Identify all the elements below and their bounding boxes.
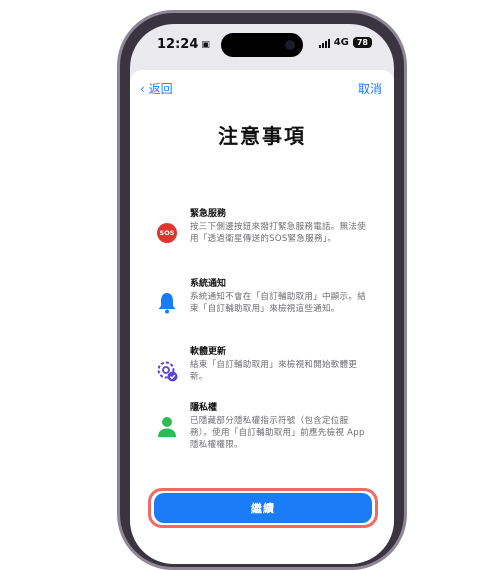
notice-body: 按三下側邊按鈕來撥打緊急服務電話。無法使用「透過衛星傳送的SOS緊急服務」。	[190, 222, 367, 244]
notice-system-notifications: 系統通知 系統通知不會在「自訂輔助取用」中顯示。結束「自訂輔助取用」來檢視這些通…	[154, 276, 370, 316]
continue-button[interactable]: 繼續	[154, 493, 372, 523]
dynamic-island	[221, 33, 303, 57]
signal-icon	[318, 38, 330, 48]
software-update-gear-icon	[154, 358, 180, 384]
notice-title: 軟體更新	[190, 347, 227, 357]
bell-icon	[154, 290, 180, 316]
chevron-left-icon: ‹	[140, 82, 149, 96]
notice-title: 系統通知	[190, 279, 227, 289]
page-title: 注意事項	[218, 124, 306, 148]
person-icon	[154, 414, 180, 440]
status-time: 12:24 ▣	[157, 37, 210, 52]
notice-body: 已隱藏部分隱私權指示符號（包含定位服務）。使用「自訂輔助取用」前應先檢視 App…	[190, 416, 365, 450]
notice-body: 系統通知不會在「自訂輔助取用」中顯示。結束「自訂輔助取用」來檢視這些通知。	[190, 292, 367, 314]
network-label: 4G	[333, 37, 349, 48]
back-label: 返回	[148, 82, 173, 96]
phone-screen: 12:24 ▣ 4G 78 ‹ 返回 取消 注意事項 SOS 緊急服務 按三下側邊…	[130, 24, 394, 564]
notice-title: 緊急服務	[190, 209, 227, 219]
sos-badge: SOS	[157, 223, 177, 243]
notice-emergency-sos: SOS 緊急服務 按三下側邊按鈕來撥打緊急服務電話。無法使用「透過衛星傳送的SO…	[154, 206, 370, 246]
notice-title: 隱私權	[190, 403, 218, 413]
battery-icon: 78	[352, 37, 372, 48]
notice-software-update: 軟體更新 結束「自訂輔助取用」來檢視和開始軟體更新。	[154, 344, 370, 384]
cancel-button[interactable]: 取消	[358, 80, 382, 97]
notice-privacy: 隱私權 已隱藏部分隱私權指示符號（包含定位服務）。使用「自訂輔助取用」前應先檢視…	[154, 400, 370, 451]
camera-icon	[285, 40, 295, 50]
notice-body: 結束「自訂輔助取用」來檢視和開始軟體更新。	[190, 360, 358, 382]
status-indicators: 4G 78	[318, 37, 372, 48]
lock-icon: ▣	[201, 40, 210, 50]
sos-icon: SOS	[154, 220, 180, 246]
back-button[interactable]: ‹ 返回	[140, 80, 173, 97]
